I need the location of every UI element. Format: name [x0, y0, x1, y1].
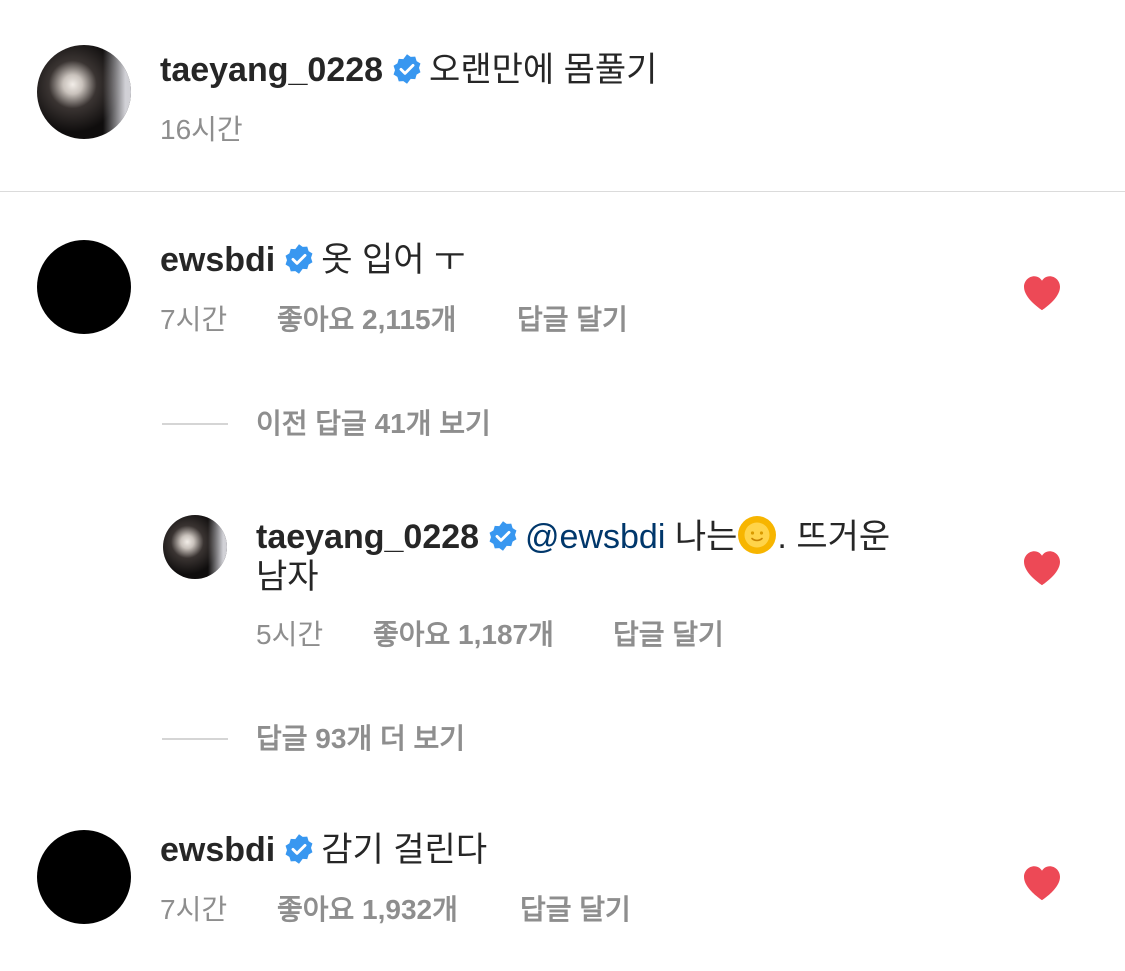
verified-badge-icon — [393, 54, 421, 84]
reply-button[interactable]: 답글 달기 — [517, 303, 628, 337]
comment-likes[interactable]: 좋아요 1,932개 — [277, 893, 458, 927]
comment: ewsbdi 감기 걸린다 — [160, 830, 487, 870]
comment-time: 7시간 — [160, 304, 228, 335]
comment-text: 감기 걸린다 — [321, 831, 488, 869]
view-previous-replies-button[interactable]: 이전 답글 41개 보기 — [256, 407, 491, 441]
caption-divider — [0, 191, 1125, 192]
comment-avatar[interactable] — [37, 830, 131, 924]
reply-button[interactable]: 답글 달기 — [613, 618, 724, 652]
post-caption-text: 오랜만에 몸풀기 — [429, 51, 658, 89]
reply-username[interactable]: taeyang_0228 — [256, 518, 479, 556]
replies-divider — [162, 423, 228, 425]
post-time: 16시간 — [160, 114, 243, 145]
reply-comment: taeyang_0228 @ewsbdi 나는 . 뜨거운 — [256, 515, 890, 557]
mention-link[interactable]: @ewsbdi — [525, 518, 665, 556]
post-author-username[interactable]: taeyang_0228 — [160, 51, 383, 89]
sun-with-face-icon — [738, 516, 777, 554]
comment-time: 7시간 — [160, 894, 228, 925]
post-author-avatar[interactable] — [37, 45, 131, 139]
verified-badge-icon — [285, 834, 313, 864]
verified-badge-icon — [285, 244, 313, 274]
reply-text: 나는 — [674, 518, 738, 556]
heart-icon[interactable] — [1022, 550, 1062, 586]
replies-divider — [162, 738, 228, 740]
comment-avatar[interactable] — [37, 240, 131, 334]
reply-text-line2: 남자 — [256, 558, 319, 596]
comment: ewsbdi 옷 입어 ㅜ — [160, 240, 465, 280]
comment-username[interactable]: ewsbdi — [160, 831, 275, 869]
heart-icon[interactable] — [1022, 275, 1062, 311]
reply-button[interactable]: 답글 달기 — [520, 893, 631, 927]
verified-badge-icon — [489, 521, 517, 551]
comment-username[interactable]: ewsbdi — [160, 241, 275, 279]
reply-avatar[interactable] — [163, 515, 227, 579]
reply-likes[interactable]: 좋아요 1,187개 — [373, 618, 554, 652]
reply-time: 5시간 — [256, 619, 324, 650]
comment-likes[interactable]: 좋아요 2,115개 — [277, 303, 456, 337]
view-more-replies-button[interactable]: 답글 93개 더 보기 — [256, 722, 465, 756]
reply-text-after: . 뜨거운 — [777, 518, 891, 556]
heart-icon[interactable] — [1022, 865, 1062, 901]
comment-text: 옷 입어 ㅜ — [321, 241, 466, 279]
post-caption: taeyang_0228 오랜만에 몸풀기 — [160, 50, 657, 90]
